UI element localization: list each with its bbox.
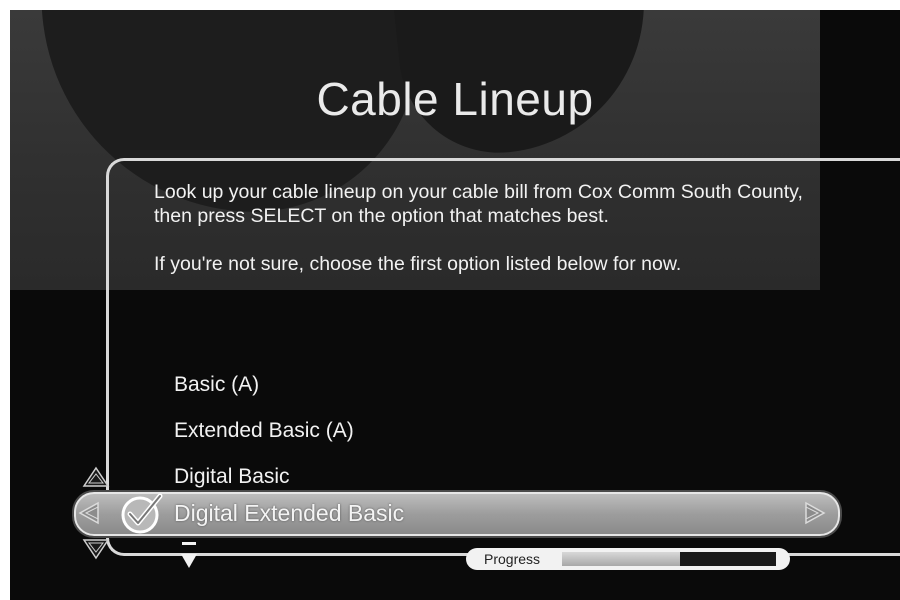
up-arrow-icon[interactable] (82, 466, 110, 490)
option-digital-extended-basic[interactable]: Digital Extended Basic (174, 493, 404, 533)
lineup-options-list: Basic (A) Extended Basic (A) Digital Bas… (174, 362, 814, 500)
instruction-text: If you're not sure, choose the first opt… (154, 253, 682, 275)
left-arrow-icon[interactable] (76, 500, 102, 526)
page-title: Cable Lineup (316, 73, 594, 125)
instructions: Look up your cable lineup on your cable … (154, 180, 819, 300)
checkmark-icon (121, 493, 163, 534)
right-arrow-icon[interactable] (802, 500, 828, 526)
tv-screen: Cable Lineup Look up your cable lineup o… (10, 10, 900, 600)
option-basic-a[interactable]: Basic (A) (174, 362, 814, 408)
progress-track (562, 552, 776, 566)
progress-label: Progress (484, 551, 541, 567)
progress-indicator: Progress (466, 548, 790, 570)
option-extended-basic-a[interactable]: Extended Basic (A) (174, 408, 814, 454)
down-arrow-icon[interactable] (82, 536, 110, 560)
instruction-text: Look up your cable lineup on your cable … (154, 181, 803, 227)
progress-fill (562, 552, 680, 566)
more-below-icon (181, 542, 197, 568)
